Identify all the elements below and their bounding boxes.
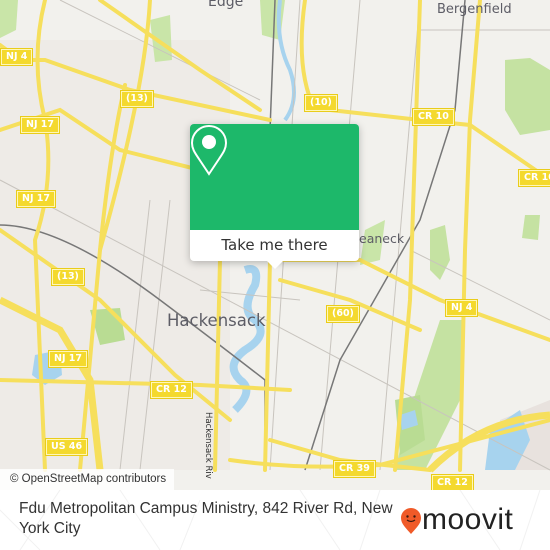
road-shield-cr10: CR 10 [412,108,455,126]
popup-header [190,124,359,230]
road-shield-13-south: (13) [51,268,85,286]
road-shield-cr39: CR 39 [333,460,376,478]
map-pin-icon [190,124,228,176]
place-label-edge: Edge [208,0,244,10]
road-shield-nj17-south: NJ 17 [47,350,89,368]
road-shield-nj4-west: NJ 4 [0,48,34,66]
road-shield-cr12-east: CR 12 [431,474,474,490]
place-label-teaneck: eaneck [359,231,405,246]
road-shield-nj17-north: NJ 17 [19,116,61,134]
place-label-bergenfield: Bergenfield [437,2,512,17]
road-shield-13-north: (13) [120,90,154,108]
road-shield-10: (10) [304,94,338,112]
moovit-wordmark: moovit [422,503,514,536]
popup-pointer [266,260,284,269]
footer: Fdu Metropolitan Campus Ministry, 842 Ri… [0,490,550,550]
road-shield-60: (60) [326,305,360,323]
location-title: Fdu Metropolitan Campus Ministry, 842 Ri… [19,500,393,537]
moovit-pin-icon [401,508,421,534]
place-label-hackensack: Hackensack [167,311,266,330]
map-attribution[interactable]: © OpenStreetMap contributors [0,469,175,490]
map[interactable]: Edge Bergenfield Hackensack eaneck Hacke… [0,0,550,490]
road-shield-nj17-mid: NJ 17 [15,190,57,208]
road-shield-cr12-west: CR 12 [150,381,193,399]
take-me-there-button[interactable]: Take me there [190,230,359,261]
road-shield-cr10-east: CR 10 [518,169,550,187]
place-label-hackensack-river: Hackensack Riv [203,412,213,479]
road-shield-nj4-east: NJ 4 [444,299,479,317]
road-shield-us46: US 46 [44,438,89,456]
location-popup[interactable]: Take me there [190,124,359,269]
